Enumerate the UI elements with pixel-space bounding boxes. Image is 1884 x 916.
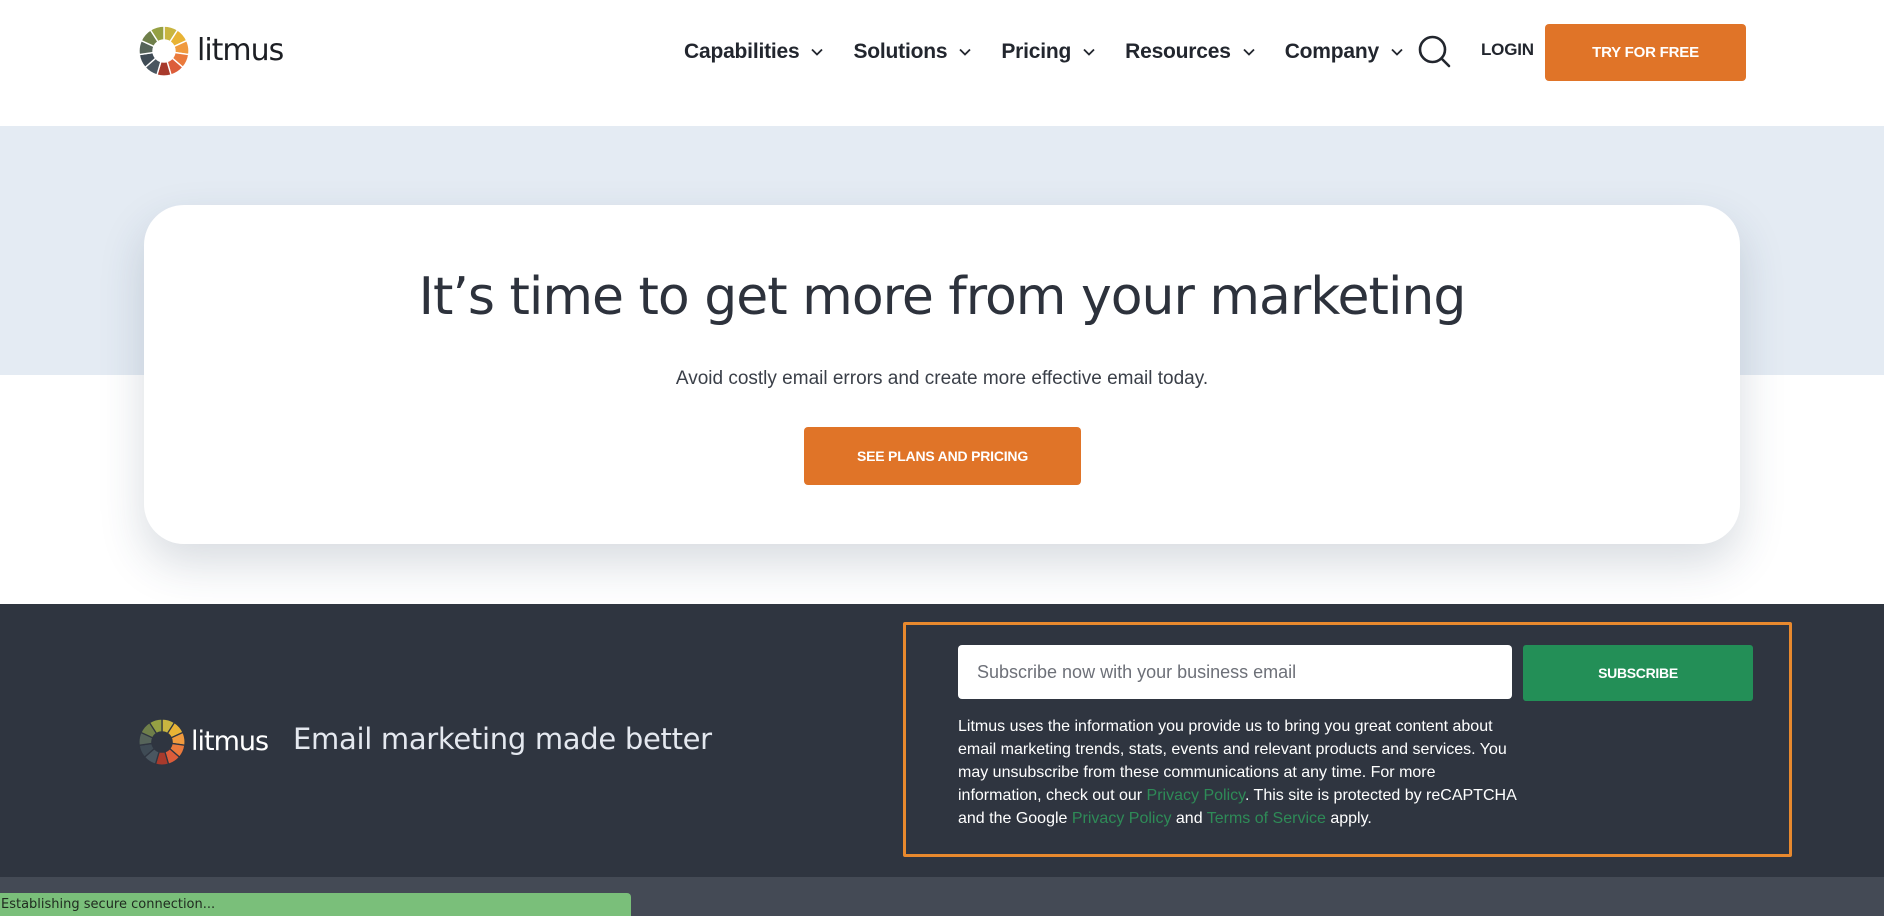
browser-status-bar: Establishing secure connection... <box>0 893 631 916</box>
privacy-policy-link[interactable]: Privacy Policy <box>1147 787 1245 804</box>
nav-label: Resources <box>1125 40 1231 63</box>
legal-text: apply. <box>1325 810 1372 827</box>
nav-label: Pricing <box>1001 40 1072 63</box>
footer-tagline: Email marketing made better <box>293 722 712 756</box>
chevron-down-icon <box>1083 48 1095 56</box>
litmus-wheel-icon <box>138 25 190 77</box>
chevron-down-icon <box>1391 48 1403 56</box>
nav-company[interactable]: Company <box>1285 40 1404 64</box>
chevron-down-icon <box>811 48 824 56</box>
try-for-free-button[interactable]: TRY FOR FREE <box>1545 24 1746 81</box>
subscribe-legal-text: Litmus uses the information you provide … <box>958 715 1518 830</box>
login-link[interactable]: LOGIN <box>1481 40 1534 60</box>
terms-of-service-link[interactable]: Terms of Service <box>1207 810 1326 827</box>
logo-wordmark: litmus <box>191 725 269 757</box>
litmus-logo[interactable]: litmus <box>138 25 284 77</box>
site-header: litmus Capabilities Solutions Pricing Re… <box>0 0 1884 126</box>
nav-pricing[interactable]: Pricing <box>1001 40 1096 64</box>
nav-solutions[interactable]: Solutions <box>853 40 972 64</box>
nav-label: Company <box>1284 40 1379 63</box>
google-privacy-policy-link[interactable]: Privacy Policy <box>1072 810 1172 827</box>
site-footer: litmus Email marketing made better SUBSC… <box>0 604 1884 877</box>
hero-title: It’s time to get more from your marketin… <box>418 267 1467 327</box>
subscribe-email-input[interactable] <box>958 645 1512 699</box>
logo-wheel-center <box>152 732 172 752</box>
chevron-down-icon <box>1243 48 1255 56</box>
nav-label: Capabilities <box>684 40 800 63</box>
nav-capabilities[interactable]: Capabilities <box>684 40 824 64</box>
subscribe-form: SUBSCRIBE Litmus uses the information yo… <box>903 622 1792 857</box>
nav-resources[interactable]: Resources <box>1125 40 1256 64</box>
logo-wordmark: litmus <box>197 32 284 68</box>
logo-wheel-center <box>153 40 175 62</box>
see-plans-and-pricing-button[interactable]: SEE PLANS AND PRICING <box>804 427 1081 485</box>
legal-text: and <box>1171 810 1207 827</box>
search-icon[interactable] <box>1416 33 1454 71</box>
subscribe-button[interactable]: SUBSCRIBE <box>1523 645 1753 701</box>
main-nav: Capabilities Solutions Pricing Resources… <box>684 30 1433 74</box>
chevron-down-icon <box>959 48 971 56</box>
litmus-wheel-icon <box>138 718 186 766</box>
nav-label: Solutions <box>853 40 948 63</box>
hero-card: It’s time to get more from your marketin… <box>144 205 1740 544</box>
footer-litmus-logo[interactable]: litmus <box>138 718 269 766</box>
hero-subtitle: Avoid costly email errors and create mor… <box>675 368 1209 389</box>
